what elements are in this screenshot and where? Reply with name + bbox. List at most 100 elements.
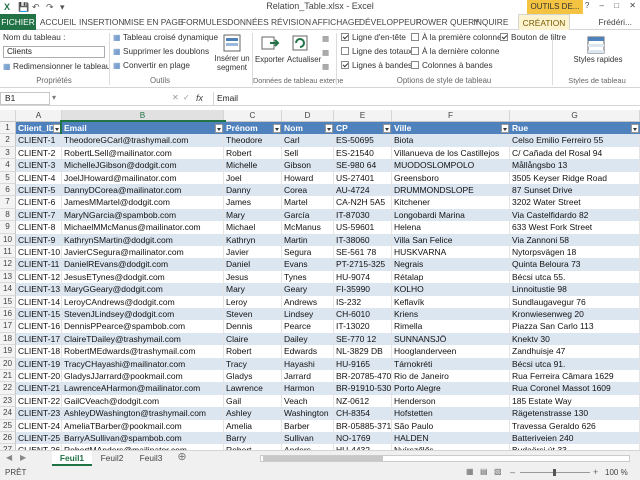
table-cell[interactable]: Henderson (392, 394, 510, 408)
tab-inquire[interactable]: INQUIRE (473, 14, 509, 30)
column-header-e[interactable]: E (334, 110, 392, 122)
table-cell[interactable]: Hayashi (282, 357, 334, 370)
table-cell[interactable]: Howard (282, 171, 334, 184)
option-banded-rows[interactable]: Lignes à bandes (341, 60, 412, 71)
page-layout-view-icon[interactable]: ▤ (480, 467, 488, 476)
tab-donnees[interactable]: DONNÉES (226, 14, 270, 30)
table-cell[interactable]: Biota (392, 134, 510, 147)
table-cell[interactable]: LeroyCAndrews@dodgit.com (62, 295, 224, 308)
table-cell[interactable]: IT-38060 (334, 233, 392, 246)
table-cell[interactable]: CLIENT-12 (16, 270, 62, 284)
table-cell[interactable]: CLIENT-6 (16, 196, 62, 209)
table-cell[interactable]: ClaireTDailey@trashymail.com (62, 332, 224, 346)
tab-fichier[interactable]: FICHIER (0, 14, 36, 30)
table-cell[interactable]: Bécsi utca 55. (510, 270, 640, 284)
table-cell[interactable]: NZ-0612 (334, 394, 392, 408)
table-cell[interactable]: CLIENT-19 (16, 357, 62, 370)
table-cell[interactable]: Lawrence (224, 382, 282, 395)
table-cell[interactable]: Kathryn (224, 233, 282, 246)
table-cell[interactable]: Gladys (224, 370, 282, 383)
table-cell[interactable]: RobertMEdwards@trashymail.com (62, 345, 224, 358)
row-header[interactable]: 20 (0, 357, 16, 370)
option-filter-button[interactable]: Bouton de filtre (500, 32, 566, 43)
cancel-icon[interactable]: ✕ (172, 93, 179, 102)
table-cell[interactable]: Gibson (282, 159, 334, 172)
column-header-a[interactable]: A (16, 110, 62, 122)
sheet-prev-icon[interactable]: ◀ (6, 453, 12, 462)
table-cell[interactable]: Javier (224, 246, 282, 259)
scrollbar-thumb[interactable] (263, 456, 383, 461)
table-cell[interactable]: Kronwiesenweg 20 (510, 308, 640, 321)
table-cell[interactable]: Villanueva de los Castillejos (392, 146, 510, 160)
table-cell[interactable]: 3505 Keyser Ridge Road (510, 171, 640, 184)
table-cell[interactable]: Michael (224, 221, 282, 234)
table-cell[interactable]: Knektv 30 (510, 332, 640, 346)
table-cell[interactable]: Kriens (392, 308, 510, 321)
row-header[interactable]: 19 (0, 345, 16, 358)
table-header-cell[interactable]: Email (60, 119, 226, 137)
table-cell[interactable]: Edwards (282, 345, 334, 358)
table-cell[interactable]: IT-87030 (334, 208, 392, 222)
row-header[interactable]: 6 (0, 184, 16, 197)
table-cell[interactable]: 87 Sunset Drive (510, 184, 640, 197)
table-cell[interactable]: Gail (224, 394, 282, 408)
option-header-row[interactable]: Ligne d'en-tête (341, 32, 406, 43)
column-header-g[interactable]: G (510, 110, 640, 122)
table-cell[interactable]: Barber (282, 419, 334, 432)
table-cell[interactable]: Claire (224, 332, 282, 346)
table-cell[interactable]: CLIENT-18 (16, 345, 62, 358)
table-cell[interactable]: Robert (224, 345, 282, 358)
table-cell[interactable]: Harmon (282, 382, 334, 395)
sheet-next-icon[interactable]: ▶ (20, 453, 26, 462)
table-cell[interactable]: Amelia (224, 419, 282, 432)
row-header[interactable]: 17 (0, 320, 16, 333)
close-button[interactable]: ✕ (629, 1, 636, 10)
table-cell[interactable]: MUODOSLOMPOLO (392, 159, 510, 172)
select-all-corner[interactable] (0, 110, 16, 122)
table-cell[interactable]: Kitchener (392, 196, 510, 209)
table-cell[interactable]: LawrenceAHarmon@mailinator.com (62, 382, 224, 395)
table-cell[interactable]: Martel (282, 196, 334, 209)
table-cell[interactable]: HUSKVARNA (392, 246, 510, 259)
table-cell[interactable]: CLIENT-1 (16, 134, 62, 147)
table-cell[interactable]: CLIENT-4 (16, 171, 62, 184)
page-break-view-icon[interactable]: ▧ (494, 467, 502, 476)
table-cell[interactable]: CA-N2H 5A5 (334, 196, 392, 209)
table-cell[interactable]: DannyDCorea@mailinator.com (62, 184, 224, 197)
row-header[interactable]: 1 (0, 122, 16, 135)
table-header-cell[interactable]: Nom (282, 122, 334, 135)
table-cell[interactable]: Zandhuisje 47 (510, 345, 640, 358)
table-cell[interactable]: Hooglanderveen (392, 345, 510, 358)
table-cell[interactable]: C/ Cañada del Rosal 94 (510, 146, 640, 160)
table-cell[interactable]: Carl (282, 134, 334, 147)
table-cell[interactable]: Sell (282, 146, 334, 160)
last-column-checkbox[interactable] (411, 47, 419, 55)
table-cell[interactable]: CLIENT-22 (16, 394, 62, 408)
table-cell[interactable]: DennisPPearce@spambob.com (62, 320, 224, 333)
row-header[interactable]: 2 (0, 134, 16, 147)
table-cell[interactable]: Geary (282, 283, 334, 296)
table-cell[interactable]: Martin (282, 233, 334, 246)
table-cell[interactable]: US-59601 (334, 221, 392, 234)
row-header[interactable]: 21 (0, 370, 16, 383)
table-cell[interactable]: 185 Estate Way (510, 394, 640, 408)
table-cell[interactable]: TracyCHayashi@mailinator.com (62, 357, 224, 370)
table-cell[interactable]: ES-50695 (334, 134, 392, 147)
table-cell[interactable]: Piazza San Carlo 113 (510, 320, 640, 333)
banded-rows-checkbox[interactable] (341, 61, 349, 69)
table-cell[interactable]: Leroy (224, 295, 282, 308)
table-cell[interactable]: Villa San Felice (392, 233, 510, 246)
table-cell[interactable]: Travessa Geraldo 626 (510, 419, 640, 432)
table-cell[interactable]: StevenJLindsey@dodgit.com (62, 308, 224, 321)
table-cell[interactable]: Greensboro (392, 171, 510, 184)
first-column-checkbox[interactable] (411, 33, 419, 41)
table-cell[interactable]: MaryNGarcia@spambob.com (62, 208, 224, 222)
row-header[interactable]: 5 (0, 171, 16, 184)
insert-slicer-button[interactable]: Insérer un segment (214, 54, 250, 72)
table-cell[interactable]: Batteriveien 240 (510, 432, 640, 445)
table-cell[interactable]: Steven (224, 308, 282, 321)
table-cell[interactable]: IS-232 (334, 295, 392, 308)
filter-dropdown-icon[interactable] (273, 124, 281, 133)
option-last-column[interactable]: À la dernière colonne (411, 46, 499, 57)
table-header-cell[interactable]: Rue (510, 122, 640, 135)
